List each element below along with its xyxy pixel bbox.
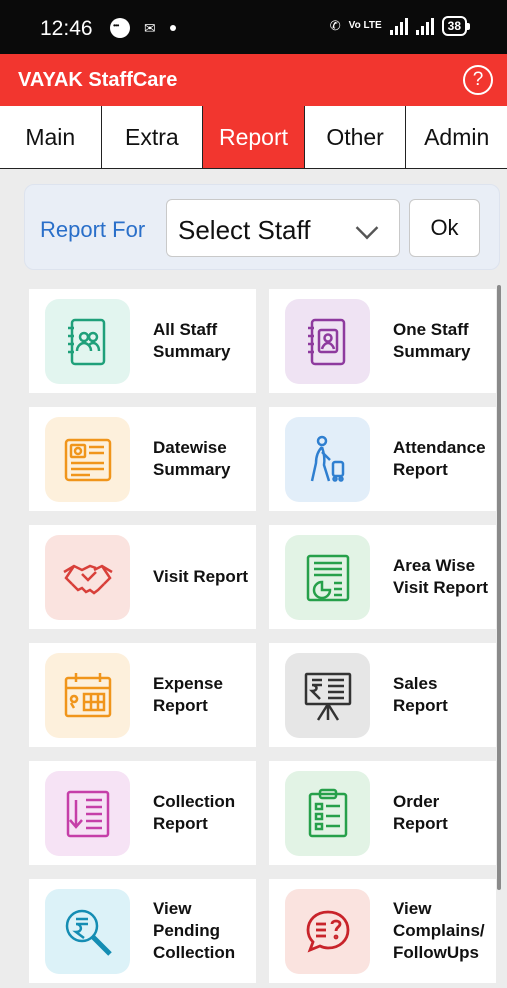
calendar-icon: [45, 653, 130, 738]
tab-extra[interactable]: Extra: [102, 106, 204, 168]
card-label: Sales Report: [393, 674, 448, 715]
volte-label: Vo LTE: [348, 20, 382, 31]
card-collection-report[interactable]: Collection Report: [29, 761, 256, 865]
clipboard-icon: [285, 771, 370, 856]
card-label: Order Report: [393, 792, 448, 833]
report-for-panel: Report For Select Staff Ok: [24, 184, 500, 270]
card-attendance-report[interactable]: Attendance Report: [269, 407, 496, 511]
area-report-icon: [285, 535, 370, 620]
rupee-search-icon: [45, 889, 130, 974]
card-label: Visit Report: [153, 567, 249, 586]
card-label: View Pending Collection: [153, 899, 236, 962]
signal-icon-2: [415, 17, 434, 35]
card-all-staff-summary[interactable]: All Staff Summary: [29, 289, 256, 393]
card-label: View Complains/ FollowUps: [393, 899, 485, 962]
card-sales-report[interactable]: Sales Report: [269, 643, 496, 747]
help-icon[interactable]: ?: [463, 65, 493, 95]
card-datewise-summary[interactable]: Datewise Summary: [29, 407, 256, 511]
card-label: Area Wise Visit Report: [393, 556, 489, 597]
staff-select-value: Select Staff: [178, 215, 311, 245]
tab-admin[interactable]: Admin: [406, 106, 507, 168]
chat-bubble-icon: [110, 18, 130, 38]
status-bar: 12:46 ✉ ✆ Vo LTE 38: [0, 0, 507, 54]
mail-icon: ✉: [144, 19, 156, 36]
card-view-complains-followups[interactable]: View Complains/ FollowUps: [269, 879, 496, 983]
card-label: All Staff Summary: [153, 320, 231, 361]
staff-select[interactable]: Select Staff: [166, 199, 400, 257]
app-bar: VAYAK StaffCare ?: [0, 54, 507, 106]
tab-report[interactable]: Report: [203, 106, 305, 168]
card-label: Collection Report: [153, 792, 236, 833]
wifi-call-icon: ✆: [329, 18, 341, 33]
card-area-wise-visit-report[interactable]: Area Wise Visit Report: [269, 525, 496, 629]
question-chat-icon: [285, 889, 370, 974]
card-label: Datewise Summary: [153, 438, 231, 479]
date-document-icon: [45, 417, 130, 502]
app-title: VAYAK StaffCare: [18, 69, 178, 91]
dot-icon: [169, 25, 176, 31]
status-time: 12:46: [40, 17, 93, 40]
chevron-down-icon: [355, 216, 379, 240]
sales-board-icon: [285, 653, 370, 738]
card-label: One Staff Summary: [393, 320, 471, 361]
collection-list-icon: [45, 771, 130, 856]
card-view-pending-collection[interactable]: View Pending Collection: [29, 879, 256, 983]
report-for-label: Report For: [40, 217, 146, 242]
tab-other[interactable]: Other: [305, 106, 407, 168]
card-label: Expense Report: [153, 674, 223, 715]
person-book-icon: [285, 299, 370, 384]
ok-button[interactable]: Ok: [409, 199, 480, 257]
handshake-icon: [45, 535, 130, 620]
card-one-staff-summary[interactable]: One Staff Summary: [269, 289, 496, 393]
tab-bar: Main Extra Report Other Admin: [0, 106, 507, 169]
card-order-report[interactable]: Order Report: [269, 761, 496, 865]
group-book-icon: [45, 299, 130, 384]
battery-icon: 38: [441, 16, 471, 36]
card-label: Attendance Report: [393, 438, 486, 479]
report-grid: All Staff Summary One Staff Summary Date…: [29, 289, 496, 985]
tab-main[interactable]: Main: [0, 106, 102, 168]
scrollbar[interactable]: [497, 285, 501, 890]
card-visit-report[interactable]: Visit Report: [29, 525, 256, 629]
card-expense-report[interactable]: Expense Report: [29, 643, 256, 747]
signal-icon: [389, 17, 408, 35]
traveler-luggage-icon: [285, 417, 370, 502]
